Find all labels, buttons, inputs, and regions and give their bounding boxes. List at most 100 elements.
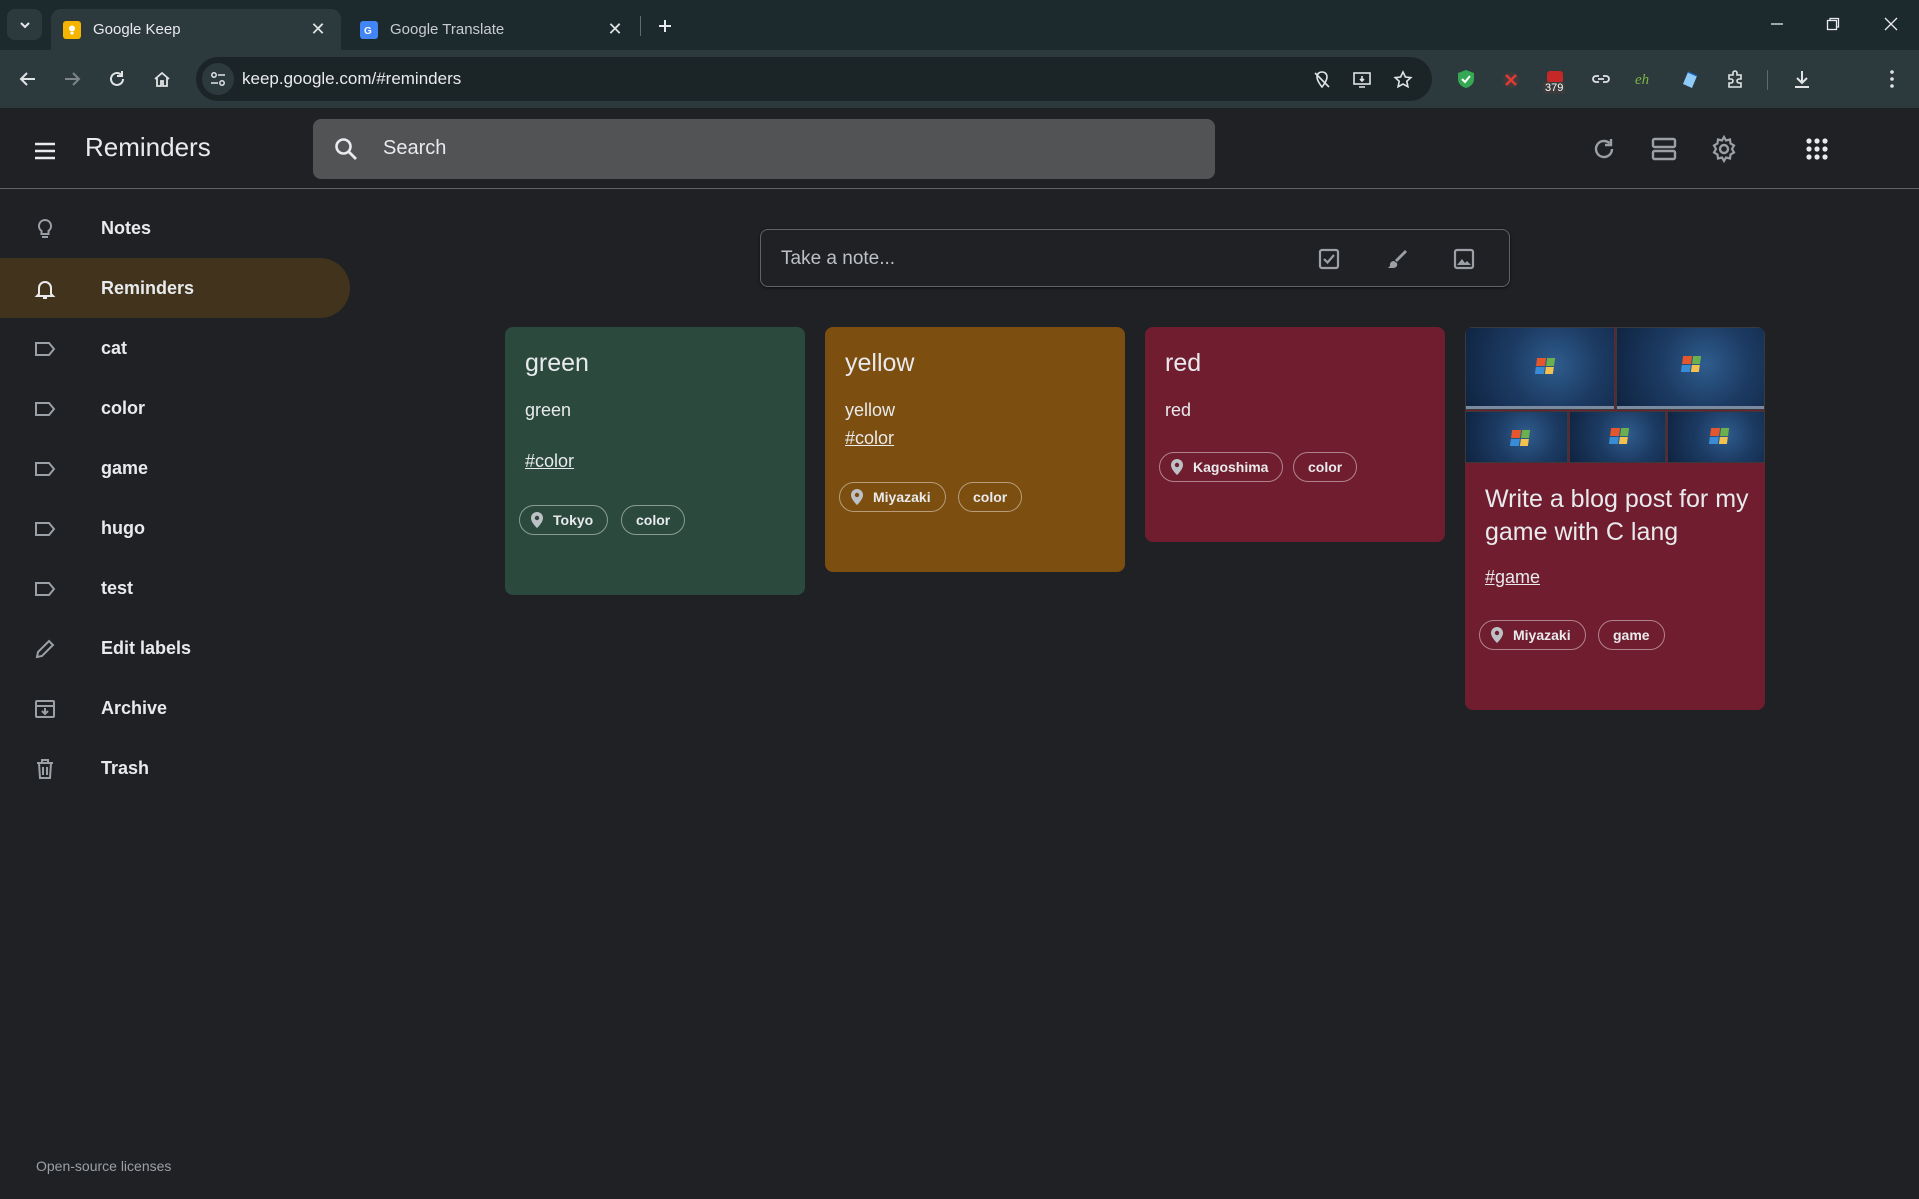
bell-icon bbox=[32, 276, 58, 302]
sidebar-item-test[interactable]: test bbox=[0, 558, 350, 618]
lightbulb-icon bbox=[32, 216, 58, 242]
gear-icon bbox=[1712, 135, 1736, 163]
location-chip[interactable]: Tokyo bbox=[519, 505, 609, 535]
address-bar[interactable]: keep.google.com/#reminders bbox=[196, 57, 1432, 101]
location-chip[interactable]: Kagoshima bbox=[1159, 452, 1284, 482]
label-chip[interactable]: color bbox=[1293, 452, 1358, 482]
list-view-icon bbox=[1651, 137, 1677, 161]
sidebar-item-notes[interactable]: Notes bbox=[0, 198, 350, 258]
hashtag-link[interactable]: #color bbox=[845, 428, 894, 449]
install-app-icon[interactable] bbox=[1351, 69, 1373, 91]
sidebar-item-label: hugo bbox=[101, 517, 145, 538]
location-label: Kagoshima bbox=[1193, 459, 1269, 475]
search-input[interactable]: Search bbox=[313, 119, 1215, 179]
label-chip[interactable]: color bbox=[958, 482, 1023, 512]
translate-extension-icon[interactable] bbox=[1676, 65, 1704, 93]
note-image-thumbnail[interactable] bbox=[1569, 411, 1666, 463]
note-card-yellow[interactable]: yellow yellow #color Miyazaki color bbox=[825, 327, 1125, 572]
note-card-red[interactable]: red red Kagoshima color bbox=[1145, 327, 1445, 542]
extension-badge: 379 bbox=[1543, 82, 1566, 94]
tune-icon bbox=[211, 72, 225, 86]
home-button[interactable] bbox=[146, 63, 178, 95]
label-icon bbox=[32, 396, 58, 422]
sidebar-item-label: test bbox=[101, 577, 134, 598]
reload-button[interactable] bbox=[101, 63, 133, 95]
tab-search-button[interactable] bbox=[7, 9, 42, 40]
note-image-grid[interactable] bbox=[1465, 327, 1765, 463]
more-vertical-icon[interactable] bbox=[1878, 65, 1906, 93]
close-window-button[interactable] bbox=[1868, 8, 1914, 40]
sidebar-item-label: Notes bbox=[101, 217, 152, 238]
open-source-licenses-link[interactable]: Open-source licenses bbox=[36, 1158, 171, 1174]
close-tab-icon[interactable]: ✕ bbox=[307, 19, 329, 41]
page-title: Reminders bbox=[85, 132, 211, 162]
note-image-thumbnail[interactable] bbox=[1465, 411, 1568, 463]
new-image-button[interactable] bbox=[1450, 245, 1478, 273]
list-view-button[interactable] bbox=[1647, 132, 1681, 166]
label-chip-text: game bbox=[1613, 627, 1650, 643]
eh-extension-icon[interactable]: eh bbox=[1632, 65, 1660, 93]
plus-icon bbox=[659, 20, 671, 32]
hashtag-link[interactable]: #game bbox=[1485, 567, 1540, 588]
location-chip[interactable]: Miyazaki bbox=[1479, 620, 1586, 650]
take-note-placeholder: Take a note... bbox=[781, 248, 896, 269]
sidebar-item-cat[interactable]: cat bbox=[0, 318, 350, 378]
site-info-button[interactable] bbox=[202, 63, 234, 95]
arrow-left-icon bbox=[19, 72, 35, 86]
note-image-thumbnail[interactable] bbox=[1667, 411, 1765, 463]
translate-favicon-icon: G bbox=[360, 20, 378, 39]
minimize-button[interactable] bbox=[1754, 8, 1800, 40]
new-tab-button[interactable] bbox=[651, 12, 679, 40]
close-tab-icon[interactable]: ✕ bbox=[604, 19, 626, 41]
chevron-down-icon bbox=[19, 21, 30, 28]
sidebar-item-trash[interactable]: Trash bbox=[0, 738, 350, 798]
cat-extension-icon[interactable] bbox=[1497, 65, 1525, 93]
sidebar-item-color[interactable]: color bbox=[0, 378, 350, 438]
downloads-icon[interactable] bbox=[1788, 65, 1816, 93]
sidebar-item-archive[interactable]: Archive bbox=[0, 678, 350, 738]
google-apps-button[interactable] bbox=[1800, 132, 1834, 166]
sidebar-item-reminders[interactable]: Reminders bbox=[0, 258, 350, 318]
label-chip[interactable]: game bbox=[1598, 620, 1665, 650]
new-drawing-button[interactable] bbox=[1383, 245, 1411, 273]
brush-icon bbox=[1387, 250, 1407, 268]
sidebar-item-label: Trash bbox=[101, 757, 150, 778]
tab-google-keep[interactable]: Google Keep ✕ bbox=[51, 9, 341, 50]
sidebar-item-game[interactable]: game bbox=[0, 438, 350, 498]
sidebar-item-edit-labels[interactable]: Edit labels bbox=[0, 618, 350, 678]
location-pin-icon bbox=[851, 489, 863, 505]
refresh-button[interactable] bbox=[1587, 132, 1621, 166]
checkbox-icon bbox=[1318, 248, 1340, 270]
back-button[interactable] bbox=[12, 63, 44, 95]
svg-text:eh: eh bbox=[1635, 72, 1649, 88]
location-label: Miyazaki bbox=[1513, 627, 1571, 643]
main-menu-button[interactable] bbox=[26, 132, 64, 170]
note-image-thumbnail[interactable] bbox=[1465, 327, 1615, 410]
link-extension-icon[interactable] bbox=[1587, 65, 1615, 93]
bookmark-star-icon[interactable] bbox=[1392, 69, 1414, 91]
note-title: green bbox=[525, 349, 589, 377]
forward-button[interactable] bbox=[56, 63, 88, 95]
label-icon bbox=[32, 456, 58, 482]
reload-icon bbox=[110, 71, 124, 86]
restore-button[interactable] bbox=[1810, 8, 1856, 40]
puzzle-extensions-icon[interactable] bbox=[1722, 65, 1750, 93]
note-body: red bbox=[1165, 400, 1192, 420]
location-chip[interactable]: Miyazaki bbox=[839, 482, 946, 512]
note-image-thumbnail[interactable] bbox=[1616, 327, 1765, 410]
note-card-green[interactable]: green green #color Tokyo color bbox=[505, 327, 805, 595]
label-chip[interactable]: color bbox=[621, 505, 686, 535]
tab-google-translate[interactable]: G Google Translate ✕ bbox=[348, 9, 638, 50]
settings-button[interactable] bbox=[1707, 132, 1741, 166]
take-note-input[interactable]: Take a note... bbox=[760, 229, 1510, 287]
hashtag-link[interactable]: #color bbox=[525, 451, 574, 472]
home-icon bbox=[154, 71, 170, 87]
shield-extension-icon[interactable] bbox=[1452, 65, 1480, 93]
url-text: keep.google.com/#reminders bbox=[242, 69, 462, 88]
note-card-blog-post[interactable]: Write a blog post for my game with C lan… bbox=[1465, 327, 1765, 710]
tracking-protection-icon[interactable] bbox=[1311, 69, 1333, 91]
new-list-button[interactable] bbox=[1315, 245, 1343, 273]
sidebar-item-hugo[interactable]: hugo bbox=[0, 498, 350, 558]
note-title: yellow bbox=[845, 349, 915, 377]
close-icon bbox=[1884, 17, 1898, 31]
